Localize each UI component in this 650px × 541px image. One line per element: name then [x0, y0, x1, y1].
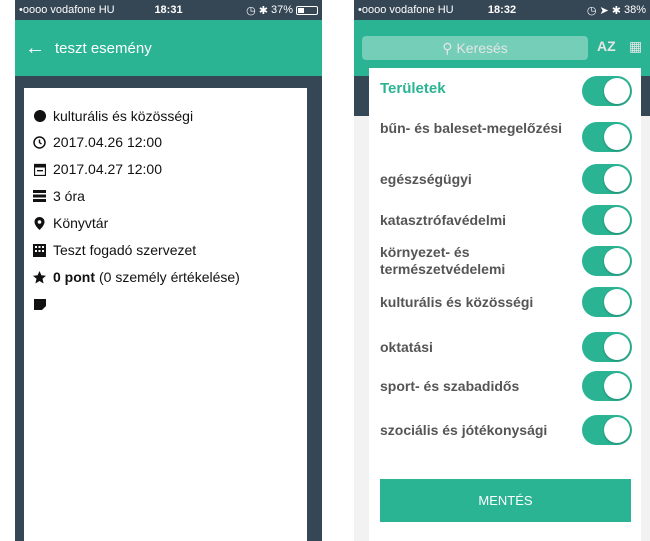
battery-icon [296, 5, 319, 15]
battery-percent: 38% [623, 4, 646, 16]
location-text: Könyvtár [53, 215, 109, 231]
modal-header: Területek [369, 68, 641, 116]
carrier-label: •oooo vodafone HU [19, 4, 115, 16]
category-label: egészségügyi [380, 171, 472, 187]
end-datetime: 2017.04.27 12:00 [53, 161, 162, 177]
arrow-left-icon[interactable]: ← [15, 37, 55, 60]
toggle-category[interactable] [582, 246, 632, 276]
category-filter-screen: •oooo vodafone HU 18:32 ◷ ➤ ✱ 38% ⚲ Kere… [354, 0, 650, 541]
category-label: kulturális és közösségi [380, 294, 534, 310]
event-details-card: kulturális és közösségi 2017.04.26 12:00… [24, 88, 307, 541]
alarm-icon: ◷ [246, 4, 256, 17]
list-icon [33, 190, 46, 203]
battery-percent: 37% [270, 4, 294, 16]
save-button[interactable]: MENTÉS [380, 479, 631, 522]
start-datetime: 2017.04.26 12:00 [53, 134, 162, 150]
category-text: kulturális és közösségi [53, 108, 194, 124]
status-time: 18:32 [487, 4, 517, 16]
category-label: bűn- és baleset-megelőzési [380, 120, 563, 136]
status-time: 18:31 [154, 4, 183, 16]
event-detail-screen: •oooo vodafone HU 18:31 ◷ ✱ 37% ← teszt … [15, 0, 322, 541]
category-label: szociális és jótékonysági [380, 422, 548, 438]
location-row: Könyvtár [33, 215, 108, 231]
search-placeholder: Keresés [456, 40, 508, 56]
rating-count: (0 személy értékelése) [99, 269, 240, 285]
note-icon [33, 298, 46, 311]
category-label: sport- és szabadidős [380, 378, 520, 394]
organization-text: Teszt fogadó szervezet [53, 242, 197, 258]
duration-text: 3 óra [53, 188, 85, 204]
toggle-category[interactable] [582, 332, 632, 362]
toggle-category[interactable] [582, 415, 632, 445]
note-row [33, 298, 53, 311]
event-title: teszt esemény [55, 39, 152, 57]
category-filter-modal: Területek bűn- és baleset-megelőzési egé… [369, 68, 641, 541]
bluetooth-icon: ✱ [258, 4, 268, 17]
category-label: katasztrófavédelmi [380, 212, 507, 228]
end-row: 2017.04.27 12:00 [33, 161, 162, 177]
alarm-icon: ◷ [586, 4, 597, 17]
category-row: kulturális és közösségi [33, 108, 193, 124]
calendar-icon [33, 163, 46, 176]
app-bar: ← teszt esemény [15, 20, 322, 76]
start-row: 2017.04.26 12:00 [33, 134, 162, 150]
calendar-icon[interactable]: ▦ [629, 38, 642, 55]
modal-title: Területek [380, 80, 446, 97]
toggle-category[interactable] [582, 164, 632, 194]
dot-icon [33, 110, 46, 123]
search-input[interactable]: ⚲ Keresés [362, 36, 588, 60]
bluetooth-icon: ✱ [611, 4, 621, 17]
status-bar: •oooo vodafone HU 18:32 ◷ ➤ ✱ 38% [354, 0, 650, 20]
category-label: környezet- és természetvédelemi [380, 244, 506, 277]
carrier-label: •oooo vodafone HU [358, 4, 454, 16]
organization-row: Teszt fogadó szervezet [33, 242, 196, 258]
category-label: oktatási [380, 339, 433, 355]
toggle-category[interactable] [582, 371, 632, 401]
rating-row: 0 pont (0 személy értékelése) [33, 269, 240, 285]
location-arrow-icon: ➤ [599, 4, 609, 17]
building-icon [33, 243, 46, 257]
rating-points: 0 pont [53, 269, 95, 285]
duration-row: 3 óra [33, 188, 85, 204]
star-icon [33, 270, 46, 284]
clock-icon [33, 135, 46, 149]
toggle-all[interactable] [582, 76, 632, 106]
toggle-category[interactable] [582, 205, 632, 235]
map-pin-icon [33, 216, 46, 230]
toggle-category[interactable] [582, 287, 632, 317]
search-icon: ⚲ [442, 39, 453, 56]
status-bar: •oooo vodafone HU 18:31 ◷ ✱ 37% [15, 0, 322, 20]
toggle-category[interactable] [582, 122, 632, 152]
sort-az-button[interactable]: AZ [597, 38, 616, 54]
